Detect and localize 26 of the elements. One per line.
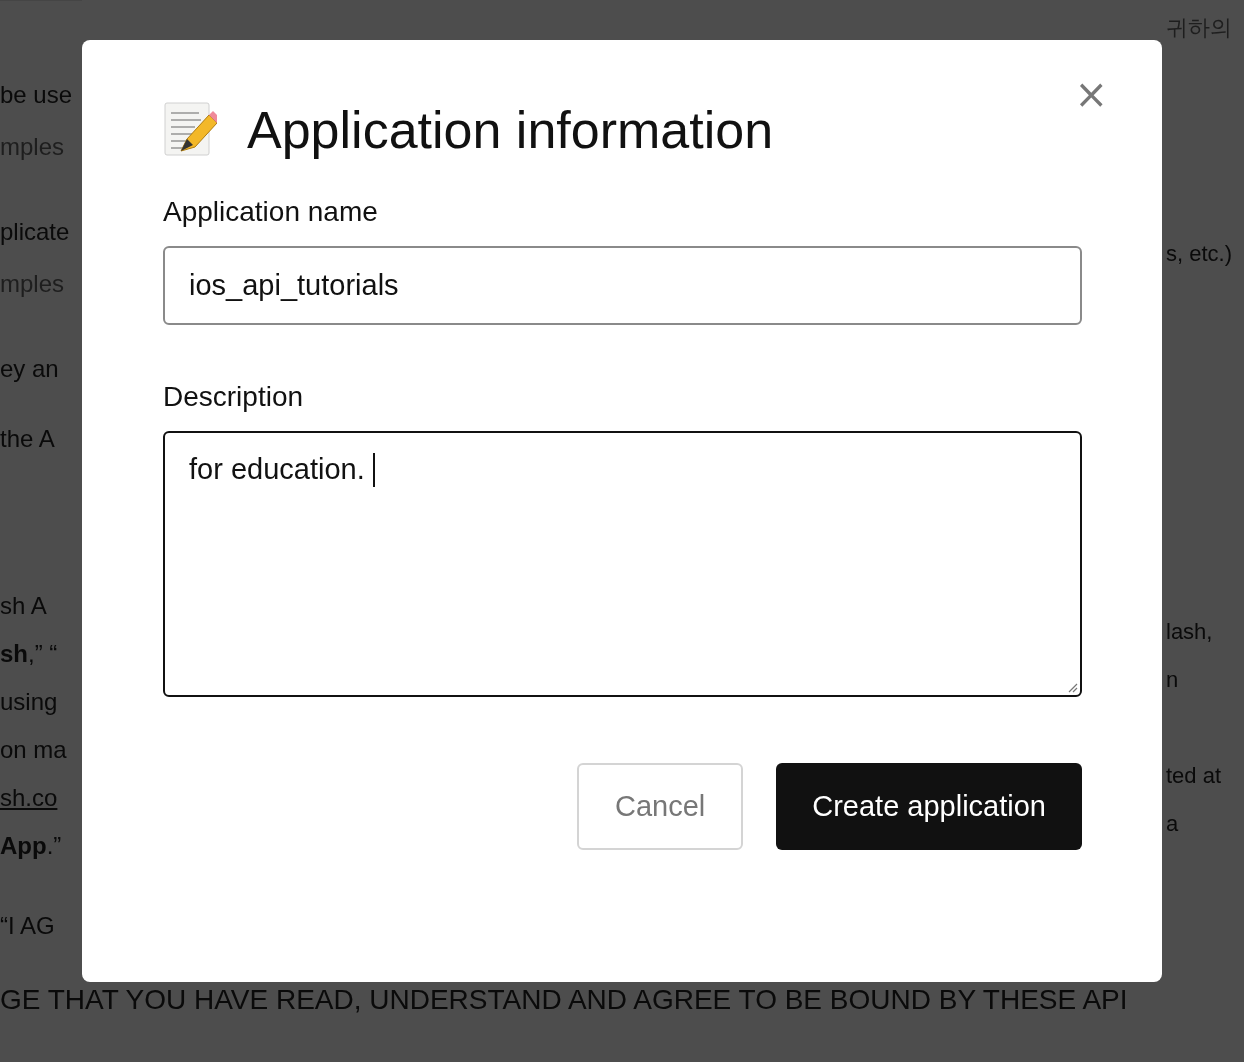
text-fragment: plicate	[0, 218, 70, 246]
cancel-button[interactable]: Cancel	[576, 763, 744, 850]
text-fragment: s, etc.)	[1166, 240, 1232, 268]
text-fragment: a	[1166, 810, 1179, 838]
text-fragment: be use	[0, 81, 73, 109]
text-fragment: sh,” “	[0, 640, 58, 668]
text-area[interactable]: for education.	[163, 431, 1082, 697]
text-fragment: “I AG	[0, 912, 55, 940]
field-label: Application name	[163, 196, 379, 228]
notepad-pencil-icon	[163, 101, 217, 159]
text-fragment: using	[0, 688, 58, 716]
text-fragment: ted at	[1166, 762, 1222, 790]
input-field[interactable]: ios_api_tutorials	[163, 246, 1082, 325]
text-fragment: GE THAT YOU HAVE READ, UNDERSTAND AND AGREE TO BE BOUND BY THESE API	[0, 983, 1129, 1017]
resize-grip-icon[interactable]	[1066, 681, 1078, 693]
create-button[interactable]: Create application	[776, 763, 1082, 850]
text-fragment: n	[1166, 666, 1179, 694]
text-fragment: sh A	[0, 592, 47, 620]
text-fragment: on ma	[0, 736, 67, 764]
text-fragment: ey an	[0, 355, 59, 383]
text-fragment: the A	[0, 425, 55, 453]
close-button[interactable]: ×	[1070, 74, 1112, 114]
text-fragment: App.”	[0, 832, 62, 860]
text-fragment: lash,	[1166, 618, 1213, 646]
field-label: Description	[163, 381, 305, 413]
dialog-title: Application information	[247, 100, 774, 160]
